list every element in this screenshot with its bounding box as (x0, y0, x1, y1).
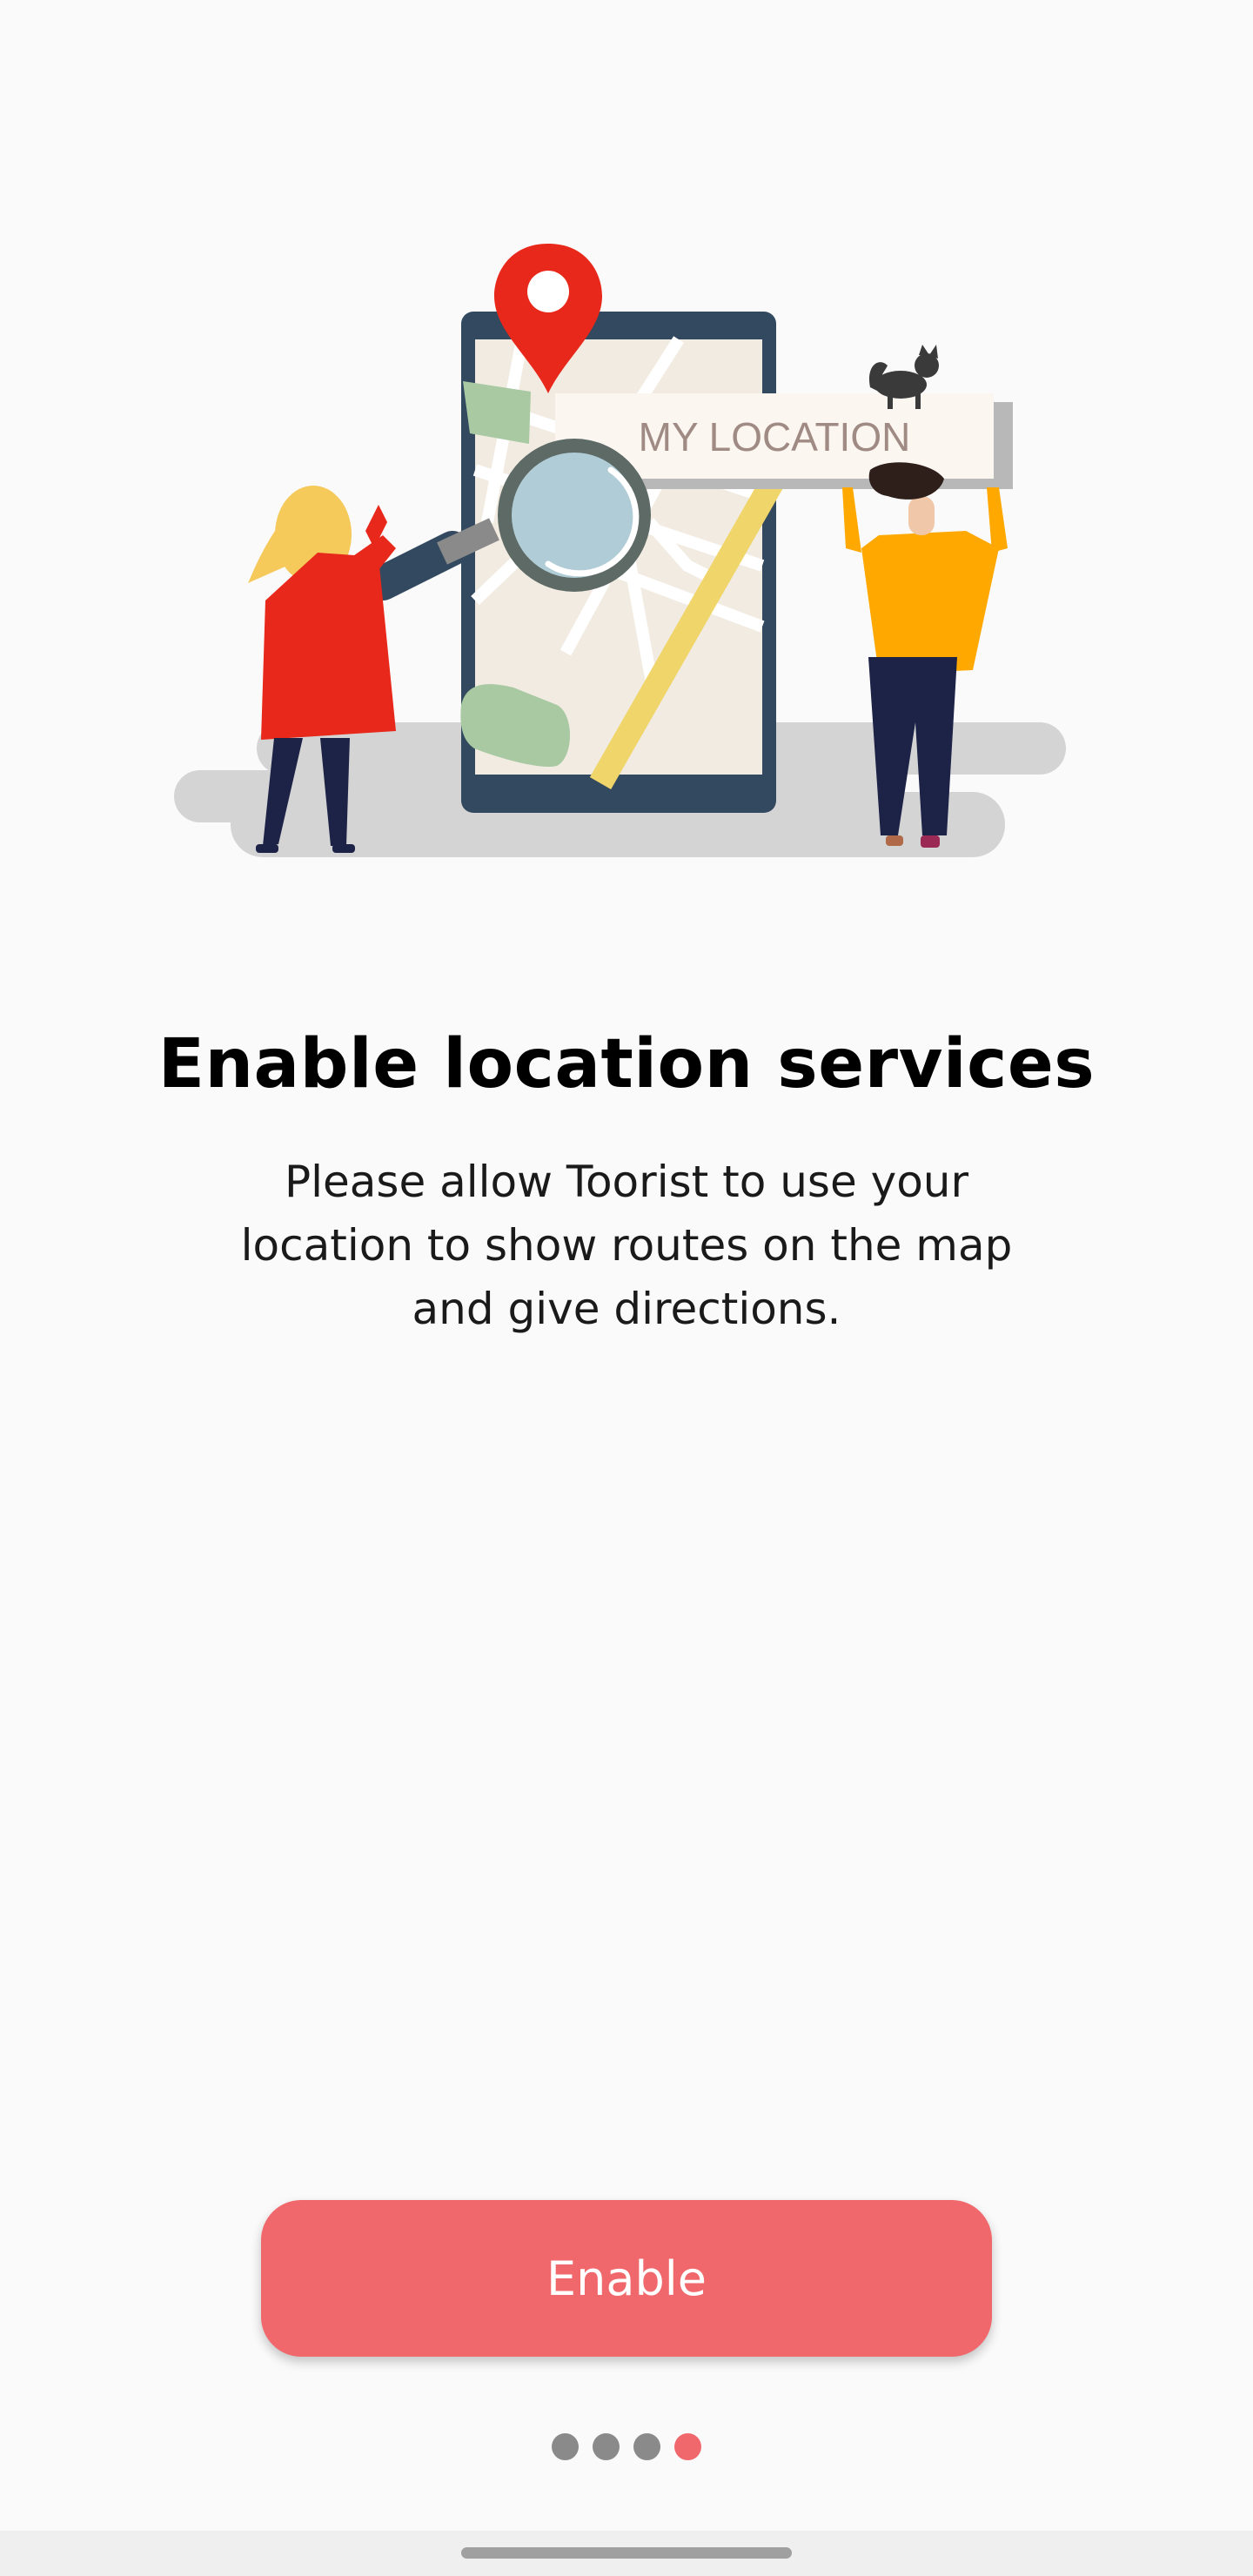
page-indicator (0, 2433, 1253, 2460)
page-subtitle: Please allow Toorist to use your locatio… (200, 1150, 1053, 1341)
enable-button[interactable]: Enable (261, 2200, 992, 2357)
page-dot[interactable] (633, 2433, 660, 2460)
page-title: Enable location services (157, 1025, 1096, 1104)
subtitle-line: Please allow Toorist to use your (284, 1157, 969, 1207)
location-illustration: MY LOCATION (174, 244, 1066, 857)
page-dot[interactable] (552, 2433, 579, 2460)
sign-text: MY LOCATION (639, 414, 911, 460)
home-gesture-handle[interactable] (461, 2547, 792, 2559)
page-dot[interactable] (593, 2433, 620, 2460)
subtitle-line: location to show routes on the map (240, 1220, 1013, 1271)
onboarding-screen: MY LOCATION Enable location services Ple… (0, 0, 1253, 2576)
subtitle-line: and give directions. (412, 1284, 841, 1334)
page-dot-active[interactable] (674, 2433, 701, 2460)
